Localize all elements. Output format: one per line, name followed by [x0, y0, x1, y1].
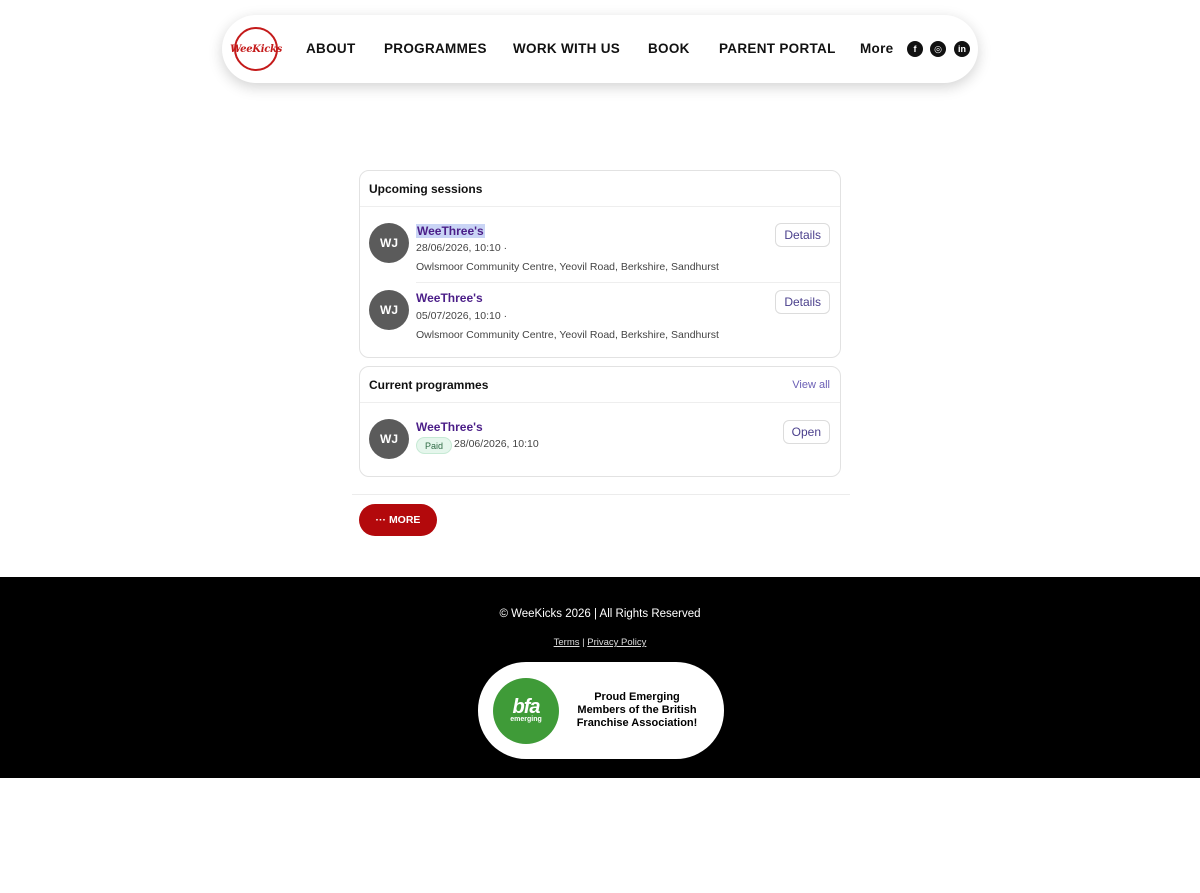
nav-book[interactable]: BOOK	[648, 41, 690, 56]
more-button[interactable]: ··· MORE	[359, 504, 437, 536]
bfa-logo: bfa emerging	[493, 678, 559, 744]
avatar: WJ	[369, 223, 409, 263]
privacy-policy-link[interactable]: Privacy Policy	[587, 637, 646, 648]
footer-links: Terms | Privacy Policy	[0, 637, 1200, 648]
nav-programmes[interactable]: PROGRAMMES	[384, 41, 487, 56]
instagram-icon[interactable]: ◎	[930, 41, 946, 57]
nav-more[interactable]: More	[860, 41, 893, 56]
session-date: 05/07/2026, 10:10 ·	[416, 310, 508, 322]
card-header: Upcoming sessions	[360, 171, 840, 207]
session-date: 28/06/2026, 10:10 ·	[416, 242, 508, 254]
section-divider	[352, 494, 850, 495]
site-footer: © WeeKicks 2026 | All Rights Reserved Te…	[0, 577, 1200, 778]
programme-row: WJ WeeThree's Paid 28/06/2026, 10:10 Ope…	[360, 403, 840, 477]
nav-work-with-us[interactable]: WORK WITH US	[513, 41, 620, 56]
session-row: WJ WeeThree's 05/07/2026, 10:10 · Owlsmo…	[360, 283, 840, 353]
bfa-message: Proud Emerging Members of the British Fr…	[576, 691, 698, 729]
weekicks-logo[interactable]: WeeKicks	[230, 27, 282, 71]
terms-link[interactable]: Terms	[554, 637, 580, 648]
link-separator: |	[582, 637, 585, 648]
facebook-icon[interactable]: f	[907, 41, 923, 57]
copyright-text: © WeeKicks 2026 | All Rights Reserved	[499, 608, 701, 620]
view-all-link[interactable]: View all	[792, 379, 830, 391]
bfa-logo-letters: bfa	[512, 696, 541, 718]
site-header: WeeKicks ABOUT PROGRAMMES WORK WITH US B…	[222, 15, 978, 83]
programme-date: 28/06/2026, 10:10	[454, 438, 539, 450]
nav-about[interactable]: ABOUT	[306, 41, 356, 56]
upcoming-sessions-card: Upcoming sessions WJ WeeThree's 28/06/20…	[359, 170, 841, 358]
linkedin-icon[interactable]: in	[954, 41, 970, 57]
upcoming-sessions-title: Upcoming sessions	[369, 182, 483, 196]
session-title-link[interactable]: WeeThree's	[416, 291, 483, 305]
card-header: Current programmes View all	[360, 367, 840, 403]
details-button[interactable]: Details	[775, 223, 830, 247]
session-location: Owlsmoor Community Centre, Yeovil Road, …	[416, 329, 719, 341]
programme-title-link[interactable]: WeeThree's	[416, 420, 483, 434]
avatar: WJ	[369, 419, 409, 459]
open-button[interactable]: Open	[782, 420, 830, 444]
avatar: WJ	[369, 290, 409, 330]
session-title-link[interactable]: WeeThree's	[416, 224, 485, 238]
bfa-logo-subtext: emerging	[510, 716, 542, 723]
current-programmes-title: Current programmes	[369, 378, 489, 392]
session-row: WJ WeeThree's 28/06/2026, 10:10 · Owlsmo…	[360, 207, 840, 282]
session-location: Owlsmoor Community Centre, Yeovil Road, …	[416, 261, 719, 273]
paid-status-badge: Paid	[416, 437, 453, 454]
nav-parent-portal[interactable]: PARENT PORTAL	[719, 41, 836, 56]
bfa-badge: bfa emerging Proud Emerging Members of t…	[478, 662, 724, 759]
current-programmes-card: Current programmes View all WJ WeeThree'…	[359, 366, 841, 477]
details-button[interactable]: Details	[775, 290, 830, 314]
